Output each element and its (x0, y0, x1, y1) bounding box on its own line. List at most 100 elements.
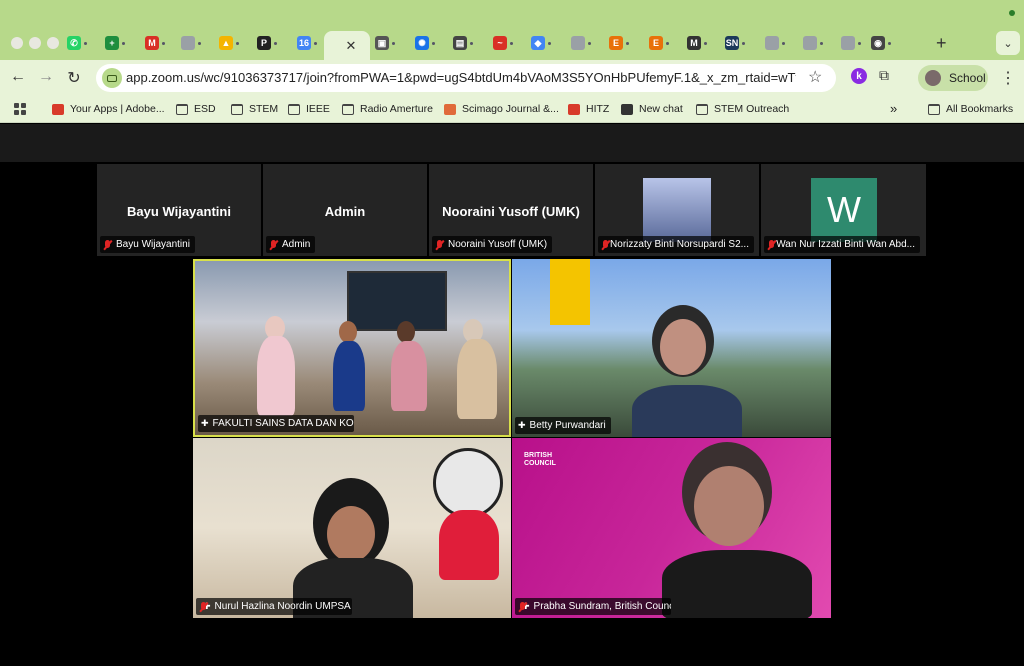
browser-tab[interactable]: ▲ (214, 31, 244, 55)
bookmark-item[interactable]: Scimago Journal &... (444, 103, 559, 115)
browser-tab[interactable]: M (140, 31, 170, 55)
participant-label: Wan Nur Izzati Binti Wan Abd... (764, 236, 920, 253)
folder-icon (176, 103, 188, 115)
browser-tab[interactable]: 16 (292, 31, 322, 55)
address-bar[interactable]: app.zoom.us/wc/91036373717/join?fromPWA=… (96, 64, 836, 92)
browser-tab[interactable]: ▤ (448, 31, 478, 55)
all-bookmarks-button[interactable]: All Bookmarks (928, 103, 1013, 115)
reload-button[interactable]: ↻ (64, 68, 84, 88)
tab-separator (782, 41, 785, 45)
browser-tab[interactable]: E (644, 31, 674, 55)
video-tile-betty[interactable]: ✚ Betty Purwandari (512, 259, 831, 437)
browser-tab[interactable]: ✺ (410, 31, 440, 55)
muted-mic-icon (601, 239, 609, 250)
browser-tab[interactable]: + (100, 31, 130, 55)
participant-initial-avatar: W (811, 178, 877, 242)
m-tab-icon: M (687, 36, 701, 50)
participant-tile-norizzaty[interactable]: Norizzaty Binti Norsupardi S2... (595, 164, 759, 256)
participant-tile-admin[interactable]: Admin Admin (263, 164, 427, 256)
tab-separator (470, 41, 473, 45)
video-tile-fsdk[interactable]: ✚FAKULTI SAINS DATA DAN KOMPUTERAN (193, 259, 511, 437)
minimize-window-button[interactable] (29, 37, 41, 49)
close-tab-icon[interactable]: ✕ (346, 38, 357, 54)
profile-button[interactable]: School (918, 65, 988, 91)
whatsapp-icon: ✆ (67, 36, 81, 50)
e-tab-icon: E (649, 36, 663, 50)
browser-tab[interactable]: M (682, 31, 712, 55)
browser-tab[interactable]: ◉ (866, 31, 896, 55)
zoom-header (0, 124, 1024, 162)
browser-tab[interactable]: ▣ (370, 31, 400, 55)
tab-separator (888, 41, 891, 45)
bookmark-item[interactable]: New chat (621, 103, 683, 115)
browser-menu-icon[interactable]: ⋮ (1000, 68, 1016, 88)
bookmark-item[interactable]: HITZ (568, 103, 609, 115)
extensions-puzzle-icon[interactable]: ⧉ (879, 67, 889, 84)
tab-separator (704, 41, 707, 45)
bookmark-item[interactable]: Your Apps | Adobe... (52, 103, 165, 115)
tab-search-button[interactable]: ⌄ (996, 31, 1020, 55)
forward-button[interactable]: → (36, 68, 56, 86)
participant-label: Admin (266, 236, 316, 253)
browser-tab[interactable] (836, 31, 866, 55)
tab-separator (588, 41, 591, 45)
bookmark-label: IEEE (306, 103, 330, 115)
video-tile-nurul[interactable]: ✚ Nurul Hazlina Noordin UMPSA (193, 438, 511, 618)
participant-label: Norizzaty Binti Norsupardi S2... (598, 236, 754, 253)
tab-separator (84, 41, 87, 45)
sjr-icon (444, 103, 456, 115)
bookmark-star-icon[interactable]: ☆ (808, 67, 822, 87)
close-window-button[interactable] (11, 37, 23, 49)
participant-tile-wan[interactable]: W Wan Nur Izzati Binti Wan Abd... (761, 164, 926, 256)
more-bookmarks-button[interactable]: » (890, 101, 897, 116)
bookmark-item[interactable]: STEM Outreach (696, 103, 789, 115)
tab-strip: ✆ + M ▲ P 16 ✕ ▣ ✺ ▤ ~ ◆ E E M SN ◉ + ⌄ (0, 0, 1024, 60)
folder-icon (342, 103, 354, 115)
bookmark-item[interactable]: Radio Amerture (342, 103, 433, 115)
muted-mic-icon (767, 239, 775, 250)
browser-tab[interactable]: ~ (488, 31, 518, 55)
gmail-icon: M (145, 36, 159, 50)
new-tab-button[interactable]: + (936, 33, 947, 54)
extension-k-icon[interactable]: k (851, 68, 867, 84)
bookmark-item[interactable]: ESD (176, 103, 216, 115)
participant-label: ✚ Betty Purwandari (515, 417, 611, 434)
tab-separator (666, 41, 669, 45)
bookmark-item[interactable]: IEEE (288, 103, 330, 115)
browser-tab[interactable]: SN (720, 31, 750, 55)
browser-tab[interactable] (566, 31, 596, 55)
browser-tab[interactable] (798, 31, 828, 55)
adobe-icon (52, 103, 64, 115)
browser-tab[interactable] (176, 31, 206, 55)
profile-label: School (949, 71, 986, 85)
bookmark-label: STEM (249, 103, 279, 115)
folder-icon (231, 103, 243, 115)
participant-tile-nooraini[interactable]: Nooraini Yusoff (UMK) Nooraini Yusoff (U… (429, 164, 593, 256)
bookmark-item[interactable]: STEM (231, 103, 278, 115)
participant-name: Nooraini Yusoff (UMK) (442, 204, 580, 219)
video-tile-prabha[interactable]: BRITISH COUNCIL ✚ Prabha Sundram, British … (512, 438, 831, 618)
maximize-window-button[interactable] (47, 37, 59, 49)
drive-icon: ▲ (219, 36, 233, 50)
url-text[interactable]: app.zoom.us/wc/91036373717/join?fromPWA=… (126, 70, 796, 85)
apps-grid-icon[interactable] (14, 103, 26, 115)
bookmark-label: Your Apps | Adobe... (70, 103, 165, 115)
hitz-tab-icon: ~ (493, 36, 507, 50)
generic-tab-icon (181, 36, 195, 50)
tab-separator (626, 41, 629, 45)
sn-tab-icon: SN (725, 36, 739, 50)
hitz-icon (568, 103, 580, 115)
participant-tile-bayu[interactable]: Bayu Wijayantini Bayu Wijayantini (97, 164, 261, 256)
tab-separator (548, 41, 551, 45)
generic-tab-icon (571, 36, 585, 50)
browser-tab[interactable]: ✆ (62, 31, 92, 55)
back-button[interactable]: ← (8, 68, 28, 86)
muted-mic-icon (269, 239, 278, 250)
browser-tab[interactable]: ◆ (526, 31, 556, 55)
browser-tab[interactable]: ✕ (324, 31, 370, 60)
browser-tab[interactable]: E (604, 31, 634, 55)
browser-tab[interactable]: P (252, 31, 282, 55)
zoom-site-icon[interactable] (102, 68, 122, 88)
browser-tab[interactable] (760, 31, 790, 55)
generic-tab-icon (803, 36, 817, 50)
